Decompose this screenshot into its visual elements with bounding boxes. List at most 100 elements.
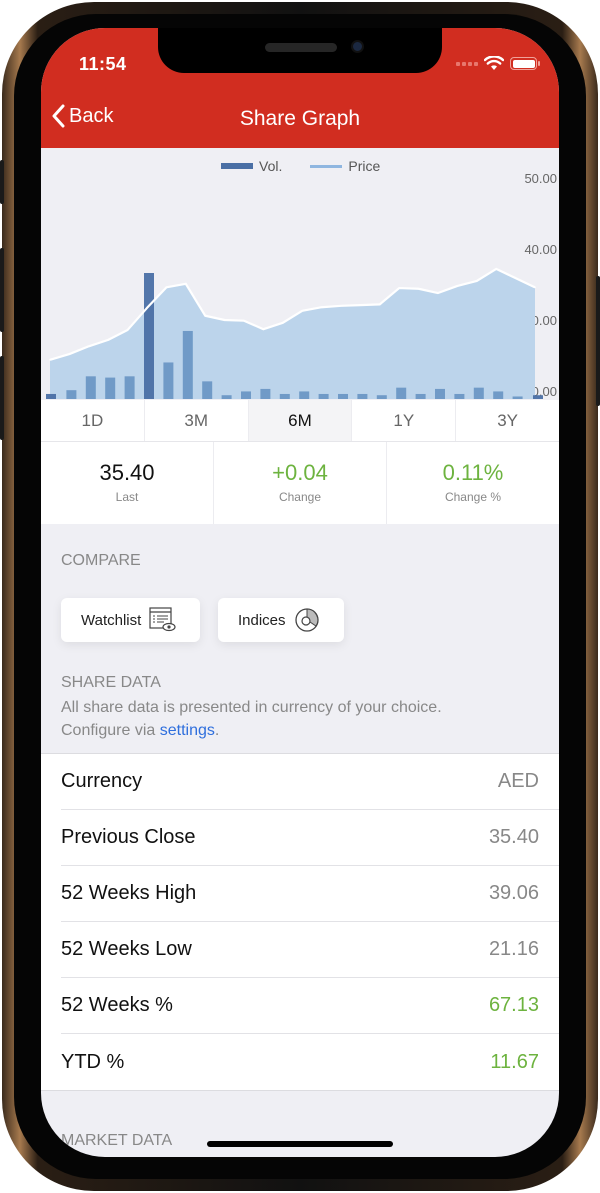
row-label: 52 Weeks High: [61, 882, 197, 904]
price-point: [495, 268, 498, 270]
share-data-title: SHARE DATA: [61, 674, 161, 691]
share-chart[interactable]: 50.00 40.00 30.00 20.00 Vol. Price: [41, 148, 559, 400]
row-label: 52 Weeks Low: [61, 938, 192, 960]
price-point: [379, 303, 381, 306]
price-point: [320, 306, 323, 309]
stat-change-percent-label: Change %: [444, 490, 502, 504]
tab-1d[interactable]: 1D: [41, 400, 145, 441]
volume-bar: [454, 393, 465, 399]
tab-6m[interactable]: 6M: [248, 400, 353, 441]
configure-text: Configure via: [61, 722, 160, 739]
volume-bar: [105, 377, 116, 399]
page-title: Share Graph: [239, 107, 361, 130]
volume-bar: [144, 273, 154, 399]
share-data-row-52w-low: 52 Weeks Low 21.16: [61, 922, 559, 978]
share-data-description: All share data is presented in currency …: [61, 696, 442, 742]
wifi-icon: [484, 56, 504, 70]
watchlist-button[interactable]: Watchlist: [61, 598, 200, 642]
price-point: [49, 358, 51, 361]
price-point: [534, 286, 536, 289]
stat-change-label: Change: [278, 490, 322, 504]
share-data-row-ytd-percent: YTD % 11.67: [61, 1034, 559, 1090]
speaker-icon: [265, 43, 337, 52]
volume-bar: [202, 381, 213, 399]
market-data-title: MARKET DATA: [61, 1132, 173, 1149]
price-point: [398, 287, 401, 289]
price-point: [359, 304, 362, 306]
share-data-row-currency: Currency AED: [61, 754, 559, 810]
legend-swatch-volume: [221, 163, 253, 169]
row-value: 11.67: [490, 1050, 539, 1073]
price-point: [456, 285, 459, 287]
period-text: .: [214, 722, 220, 739]
legend-swatch-price: [310, 164, 343, 168]
share-data-description-line2: Configure via settings.: [61, 719, 442, 742]
price-point: [146, 307, 148, 309]
row-value: 21.16: [488, 938, 539, 960]
volume-bar: [221, 395, 232, 399]
stat-change: +0.04 Change: [214, 442, 387, 524]
volume-bar: [124, 376, 135, 399]
stat-last-value: 35.40: [99, 460, 155, 485]
legend-item-price: Price: [310, 158, 380, 174]
price-point: [282, 322, 284, 324]
battery-icon: [510, 57, 540, 70]
camera-icon: [351, 40, 364, 53]
legend-label-price: Price: [348, 158, 381, 174]
row-label: YTD %: [61, 1050, 125, 1073]
stat-last: 35.40 Last: [41, 442, 214, 524]
volume-bar: [66, 390, 77, 399]
price-point: [340, 305, 342, 307]
stat-change-percent-value: 0.11%: [442, 460, 504, 485]
tab-3y[interactable]: 3Y: [456, 400, 559, 441]
side-button-volume-up: [0, 248, 4, 332]
indices-button[interactable]: Indices: [218, 598, 344, 642]
range-tabs: 1D 3M 6M 1Y 3Y: [41, 400, 559, 442]
price-point: [126, 329, 129, 331]
screen: 11:54 Back Share Graph 50.00 40.00 30.00 20…: [41, 28, 559, 1157]
chart-legend: Vol. Price: [221, 158, 380, 174]
row-label: Previous Close: [61, 826, 196, 848]
volume-bar: [318, 393, 329, 399]
row-label: 52 Weeks %: [61, 994, 173, 1016]
price-point: [68, 353, 71, 355]
price-point: [185, 282, 187, 285]
volume-bar: [533, 395, 543, 399]
share-data-row-previous-close: Previous Close 35.40: [61, 810, 559, 866]
price-point: [437, 292, 439, 294]
cellular-signal-icon: [456, 61, 478, 66]
volume-bar: [241, 391, 251, 399]
stat-last-label: Last: [115, 490, 139, 504]
price-point: [243, 319, 245, 322]
row-value: AED: [497, 770, 539, 792]
volume-bar: [435, 388, 445, 399]
stat-change-percent: 0.11% Change %: [387, 442, 559, 524]
price-point: [262, 328, 265, 331]
y-tick-label: 50.00: [524, 171, 557, 186]
volume-bar: [163, 362, 174, 399]
price-point: [417, 287, 420, 290]
row-value: 39.06: [488, 882, 539, 904]
volume-bar: [473, 387, 484, 399]
status-time: 11:54: [79, 54, 127, 74]
y-tick-label: 40.00: [524, 242, 557, 257]
share-data-list: Currency AED Previous Close 35.40 52 Wee…: [41, 753, 559, 1091]
pie-chart-icon: [294, 608, 319, 632]
volume-bar: [415, 393, 426, 399]
home-indicator[interactable]: [207, 1141, 393, 1147]
share-data-row-52w-percent: 52 Weeks % 67.13: [61, 978, 559, 1034]
tab-3m[interactable]: 3M: [145, 400, 249, 441]
stats-panel: 35.40 Last +0.04 Change 0.11% Change %: [41, 442, 559, 524]
volume-bar: [299, 391, 310, 399]
price-point: [223, 319, 226, 321]
row-label: Currency: [61, 770, 143, 792]
tab-1y[interactable]: 1Y: [352, 400, 457, 441]
legend-item-volume: Vol.: [221, 158, 282, 174]
price-point: [514, 277, 517, 279]
volume-bar: [182, 330, 193, 399]
settings-link[interactable]: settings: [160, 722, 215, 739]
stat-change-value: +0.04: [272, 460, 328, 485]
row-value: 35.40: [488, 826, 539, 848]
share-data-description-line1: All share data is presented in currency …: [61, 699, 442, 716]
side-button-power: [596, 276, 600, 406]
